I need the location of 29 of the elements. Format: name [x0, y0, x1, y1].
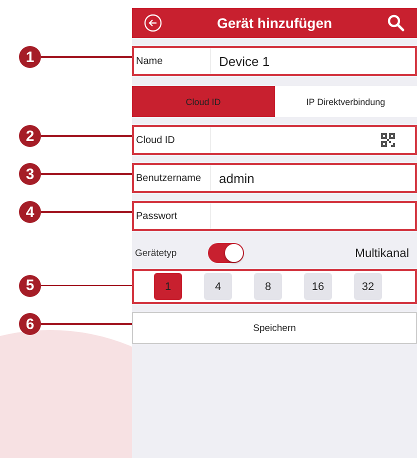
channel-option[interactable]: 16: [304, 273, 332, 300]
save-button[interactable]: Speichern: [132, 312, 417, 344]
input-field[interactable]: Passwort: [132, 201, 417, 231]
tab[interactable]: IP Direktverbindung: [274, 86, 417, 117]
channel-option[interactable]: 32: [354, 273, 382, 300]
toggle-switch[interactable]: [208, 243, 244, 263]
field-label: Benutzername: [134, 165, 211, 191]
field-value: admin: [219, 170, 254, 186]
window-title: Gerät hinzufügen: [216, 15, 334, 31]
input-field[interactable]: Benutzername admin: [132, 163, 417, 193]
callout-number: 4: [19, 201, 41, 223]
channel-option[interactable]: 4: [204, 273, 232, 300]
input-field[interactable]: Cloud ID: [132, 125, 417, 155]
back-icon[interactable]: [144, 14, 162, 32]
name-field[interactable]: Name Device 1: [132, 46, 417, 76]
field-label: Passwort: [134, 203, 211, 229]
device-type-label: Gerätetyp: [135, 248, 178, 258]
search-icon[interactable]: [387, 14, 405, 32]
callout-number: 5: [19, 274, 41, 296]
callout-number: 1: [19, 46, 41, 68]
device-type-value: Multikanal: [354, 246, 409, 260]
callout-number: 2: [19, 125, 41, 147]
qr-code-icon[interactable]: [381, 133, 395, 147]
callout-number: 3: [19, 163, 41, 185]
callout-number: 6: [19, 313, 41, 335]
field-label: Name: [134, 48, 211, 74]
field-value: Device 1: [218, 54, 271, 68]
channel-option[interactable]: 8: [254, 273, 282, 300]
field-label: Cloud ID: [134, 127, 211, 153]
